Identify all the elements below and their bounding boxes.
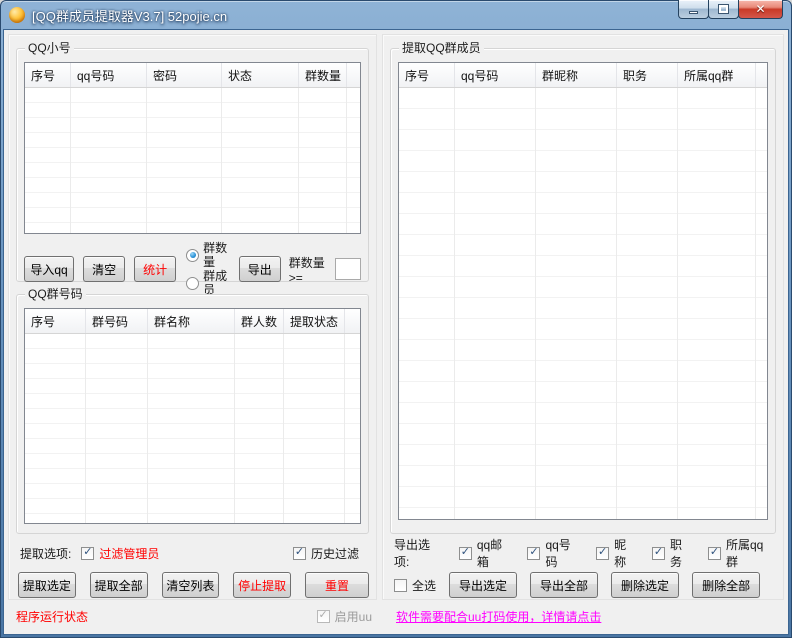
checkbox-icon: ✓ [317, 610, 330, 623]
checkbox-icon: ✓ [596, 547, 609, 560]
client-area: QQ小号 序号 qq号码 密码 状态 群数量 [4, 30, 788, 634]
radio-group-members[interactable]: 群成员 [186, 269, 229, 297]
close-button[interactable]: ✕ [738, 0, 783, 19]
checkbox-icon: ✓ [394, 579, 407, 592]
qq-groups-groupbox: QQ群号码 序号 群号码 群名称 群人数 提取状态 [16, 294, 369, 534]
min-group-count-input[interactable] [335, 258, 361, 280]
export-options-label: 导出选项: [394, 536, 443, 570]
right-panel: 提取QQ群成员 序号 qq号码 群昵称 职务 所属qq群 [382, 34, 784, 600]
qq-accounts-group-title: QQ小号 [25, 41, 74, 56]
filter-admin-checkbox[interactable]: ✓ 过滤管理员 [81, 545, 159, 562]
export-opt-qq-mail-checkbox[interactable]: ✓ qq邮箱 [459, 536, 512, 570]
extract-options-label: 提取选项: [20, 545, 71, 562]
accounts-table-header: 序号 qq号码 密码 状态 群数量 [25, 63, 360, 88]
enable-uu-checkbox[interactable]: ✓ 启用uu [317, 608, 372, 625]
members-table-header: 序号 qq号码 群昵称 职务 所属qq群 [399, 63, 767, 88]
column-header[interactable]: 群数量 [299, 63, 347, 87]
minimize-icon [689, 11, 698, 14]
column-header[interactable]: 序号 [25, 63, 71, 87]
uu-notice-link[interactable]: 软件需要配合uu打码使用，详情请点击 [396, 608, 601, 625]
select-all-checkbox[interactable]: ✓ 全选 [394, 577, 436, 594]
status-bar: 程序运行状态 ✓ 启用uu 软件需要配合uu打码使用，详情请点击 [4, 600, 788, 630]
members-table-body[interactable] [399, 88, 767, 519]
column-header-filler [756, 63, 767, 87]
column-header[interactable]: 群昵称 [536, 63, 617, 87]
column-header[interactable]: 群号码 [86, 309, 148, 333]
history-filter-label: 历史过滤 [311, 545, 359, 562]
export-opt-label: 所属qq群 [726, 536, 772, 570]
export-opt-role-checkbox[interactable]: ✓ 职务 [652, 536, 692, 570]
export-opt-label: qq邮箱 [477, 536, 512, 570]
column-header[interactable]: 序号 [25, 309, 86, 333]
program-status-label: 程序运行状态 [16, 608, 88, 625]
radio-icon [186, 277, 199, 290]
radio-group-members-label: 群成员 [203, 269, 229, 297]
members-groupbox: 提取QQ群成员 序号 qq号码 群昵称 职务 所属qq群 [390, 48, 776, 534]
stop-extract-button[interactable]: 停止提取 [233, 572, 291, 598]
radio-group-count-label: 群数量 [203, 241, 229, 269]
filter-admin-label: 过滤管理员 [99, 545, 159, 562]
column-header[interactable]: 序号 [399, 63, 455, 87]
extract-all-button[interactable]: 提取全部 [90, 572, 148, 598]
column-header[interactable]: 所属qq群 [678, 63, 756, 87]
app-window: [QQ群成员提取器V3.7] 52pojie.cn ✕ QQ小号 序号 qq号码… [0, 0, 792, 638]
checkbox-icon: ✓ [652, 547, 665, 560]
close-icon: ✕ [755, 2, 765, 16]
export-opt-nickname-checkbox[interactable]: ✓ 昵称 [596, 536, 636, 570]
radio-group-count[interactable]: 群数量 [186, 241, 229, 269]
app-icon [9, 7, 25, 23]
column-header[interactable]: 状态 [222, 63, 299, 87]
column-header-filler [347, 63, 360, 87]
members-table: 序号 qq号码 群昵称 职务 所属qq群 [398, 62, 768, 520]
groups-table: 序号 群号码 群名称 群人数 提取状态 [24, 308, 361, 524]
members-group-title: 提取QQ群成员 [399, 41, 484, 56]
checkbox-icon: ✓ [708, 547, 721, 560]
clear-list-button[interactable]: 清空列表 [162, 572, 220, 598]
enable-uu-label: 启用uu [335, 608, 372, 625]
export-opt-qq-number-checkbox[interactable]: ✓ qq号码 [527, 536, 580, 570]
column-header[interactable]: qq号码 [71, 63, 147, 87]
extract-selected-button[interactable]: 提取选定 [18, 572, 76, 598]
export-accounts-button[interactable]: 导出 [239, 256, 281, 282]
export-opt-label: 职务 [670, 536, 692, 570]
export-opt-label: 昵称 [614, 536, 636, 570]
groups-table-header: 序号 群号码 群名称 群人数 提取状态 [25, 309, 360, 334]
column-header[interactable]: 密码 [147, 63, 222, 87]
radio-icon [186, 249, 199, 262]
checkbox-icon: ✓ [527, 547, 540, 560]
left-panel: QQ小号 序号 qq号码 密码 状态 群数量 [8, 34, 377, 600]
column-header[interactable]: 职务 [617, 63, 678, 87]
export-opt-owner-group-checkbox[interactable]: ✓ 所属qq群 [708, 536, 772, 570]
maximize-icon [719, 5, 728, 13]
delete-all-button[interactable]: 删除全部 [692, 572, 760, 598]
reset-button[interactable]: 重置 [305, 572, 369, 598]
checkbox-icon: ✓ [81, 547, 94, 560]
delete-selected-button[interactable]: 删除选定 [611, 572, 679, 598]
minimize-button[interactable] [678, 0, 709, 19]
import-qq-button[interactable]: 导入qq [24, 256, 74, 282]
groups-table-body[interactable] [25, 334, 360, 523]
clear-accounts-button[interactable]: 清空 [83, 256, 125, 282]
qq-groups-group-title: QQ群号码 [25, 287, 86, 302]
window-title: [QQ群成员提取器V3.7] 52pojie.cn [32, 6, 227, 25]
export-all-button[interactable]: 导出全部 [530, 572, 598, 598]
qq-accounts-groupbox: QQ小号 序号 qq号码 密码 状态 群数量 [16, 48, 369, 282]
checkbox-icon: ✓ [459, 547, 472, 560]
accounts-table: 序号 qq号码 密码 状态 群数量 [24, 62, 361, 234]
accounts-table-body[interactable] [25, 88, 360, 233]
min-group-count-label: 群数量>= [289, 254, 329, 285]
stats-button[interactable]: 统计 [134, 256, 176, 282]
column-header[interactable]: qq号码 [455, 63, 536, 87]
column-header[interactable]: 提取状态 [284, 309, 345, 333]
column-header[interactable]: 群名称 [148, 309, 235, 333]
column-header-filler [345, 309, 360, 333]
export-selected-button[interactable]: 导出选定 [449, 572, 517, 598]
column-header[interactable]: 群人数 [235, 309, 284, 333]
history-filter-checkbox[interactable]: ✓ 历史过滤 [293, 545, 359, 562]
export-opt-label: qq号码 [545, 536, 580, 570]
maximize-button[interactable] [708, 0, 739, 19]
select-all-label: 全选 [412, 577, 436, 594]
checkbox-icon: ✓ [293, 547, 306, 560]
titlebar: [QQ群成员提取器V3.7] 52pojie.cn ✕ [0, 0, 792, 30]
